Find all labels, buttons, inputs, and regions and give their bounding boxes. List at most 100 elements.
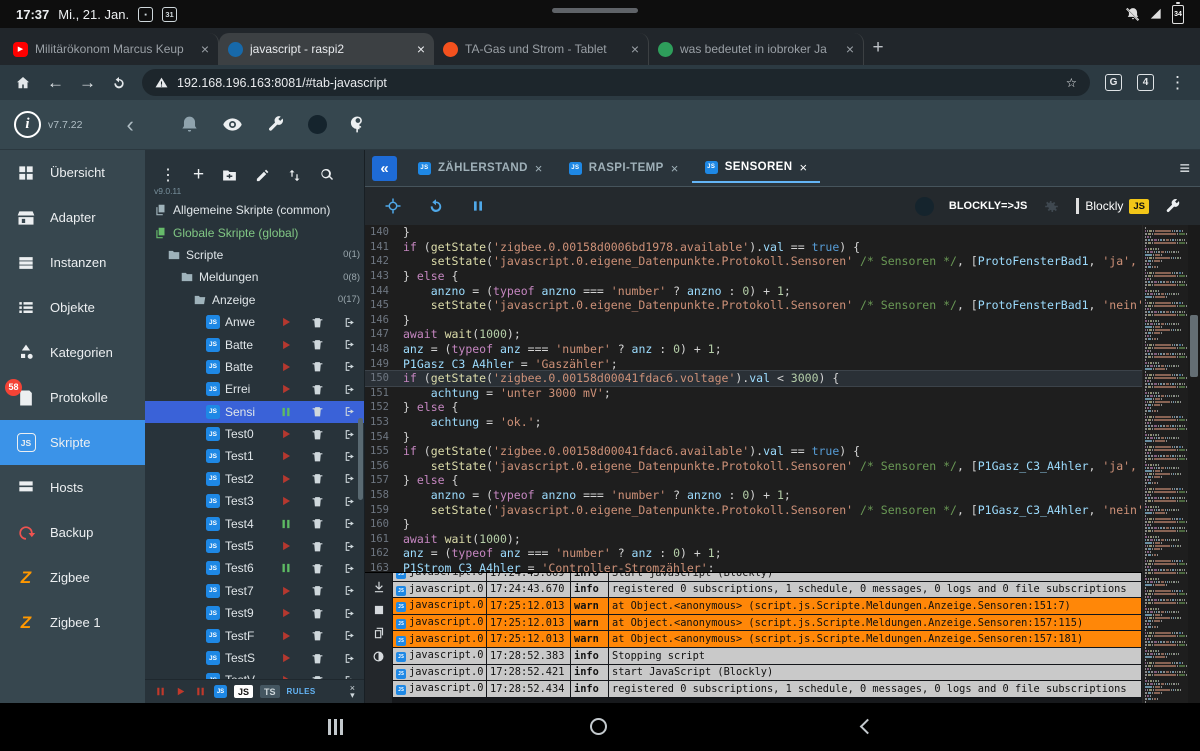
browser-tab-ta-gas-und-strom-tablet[interactable]: TA-Gas und Strom - Tablet × bbox=[434, 33, 649, 65]
code-line[interactable]: 157} else { bbox=[365, 473, 1142, 488]
script-item-tests[interactable]: JS TestS bbox=[145, 647, 364, 669]
editor-scrollbar[interactable] bbox=[1188, 225, 1200, 703]
add-folder-icon[interactable] bbox=[221, 167, 238, 184]
locate-crosshair-icon[interactable] bbox=[384, 197, 402, 215]
code-line[interactable]: 159 setState('javascript.0.eigene_Datenp… bbox=[365, 502, 1142, 517]
delete-script-icon[interactable] bbox=[304, 405, 331, 418]
close-tab-icon[interactable]: × bbox=[799, 160, 807, 175]
script-item-sensi[interactable]: JS Sensi bbox=[145, 401, 364, 423]
export-script-icon[interactable] bbox=[336, 517, 363, 530]
forward-icon[interactable]: → bbox=[79, 73, 96, 93]
export-script-icon[interactable] bbox=[336, 584, 363, 597]
code-line[interactable]: 156 setState('javascript.0.eigene_Datenp… bbox=[365, 459, 1142, 474]
pause-log-icon[interactable] bbox=[371, 649, 386, 664]
close-tab-icon[interactable]: × bbox=[671, 161, 679, 176]
delete-script-icon[interactable] bbox=[304, 517, 331, 530]
code-line[interactable]: 150if (getState('zigbee.0.00158d00041fda… bbox=[365, 371, 1142, 386]
wrench-icon[interactable] bbox=[1164, 198, 1181, 215]
script-item-errei[interactable]: JS Errei bbox=[145, 378, 364, 400]
script-item-testv[interactable]: JS TestV bbox=[145, 669, 364, 679]
delete-script-icon[interactable] bbox=[304, 629, 331, 642]
code-line[interactable]: 161await wait(1000); bbox=[365, 531, 1142, 546]
export-script-icon[interactable] bbox=[336, 652, 363, 665]
home-circle-icon[interactable] bbox=[590, 718, 607, 735]
play-script-icon[interactable] bbox=[272, 606, 299, 620]
code-line[interactable]: 154} bbox=[365, 429, 1142, 444]
export-script-icon[interactable] bbox=[336, 607, 363, 620]
script-item-test6[interactable]: JS Test6 bbox=[145, 557, 364, 579]
log-row[interactable]: JSjavascript.0 17:28:52.434 info registe… bbox=[393, 681, 1142, 698]
log-row[interactable]: JSjavascript.0 17:25:12.013 warn at Obje… bbox=[393, 614, 1142, 631]
sidebar-item-protokolle[interactable]: 58 Protokolle bbox=[0, 375, 145, 420]
play-script-icon[interactable] bbox=[272, 427, 299, 441]
tab-list-menu-icon[interactable]: ≡ bbox=[1179, 158, 1190, 179]
more-options-icon[interactable]: ⋮ bbox=[160, 165, 176, 185]
tab-count-button[interactable]: 4 bbox=[1137, 74, 1154, 91]
delete-script-icon[interactable] bbox=[304, 472, 331, 485]
new-tab-button[interactable]: + bbox=[864, 34, 892, 62]
browser-tab-was-bedeutet-in-iobroker-ja[interactable]: was bedeutet in iobroker Ja × bbox=[649, 33, 864, 65]
script-item-test1[interactable]: JS Test1 bbox=[145, 445, 364, 467]
code-line[interactable]: 148anz = (typeof anz === 'number' ? anz … bbox=[365, 342, 1142, 357]
script-item-batte[interactable]: JS Batte bbox=[145, 333, 364, 355]
delete-script-icon[interactable] bbox=[304, 338, 331, 351]
editor-tab-raspi-temp[interactable]: JS RASPI-TEMP × bbox=[556, 154, 692, 183]
delete-script-icon[interactable] bbox=[304, 360, 331, 373]
play-script-icon[interactable] bbox=[272, 584, 299, 598]
close-tab-icon[interactable]: × bbox=[535, 161, 543, 176]
play-script-icon[interactable] bbox=[272, 472, 299, 486]
sidebar-item-objekte[interactable]: Objekte bbox=[0, 285, 145, 330]
export-script-icon[interactable] bbox=[336, 338, 363, 351]
log-row[interactable]: JSjavascript.0 17:24:43.669 info Start j… bbox=[393, 573, 1142, 581]
bookmark-star-icon[interactable]: ☆ bbox=[1066, 75, 1077, 90]
code-line[interactable]: 142 setState('javascript.0.eigene_Datenp… bbox=[365, 254, 1142, 269]
script-item-batte[interactable]: JS Batte bbox=[145, 356, 364, 378]
export-script-icon[interactable] bbox=[336, 540, 363, 553]
code-line[interactable]: 143} else { bbox=[365, 269, 1142, 284]
tree-folder-globale-skripte-global[interactable]: Globale Skripte (global) bbox=[145, 221, 364, 243]
sidebar-item-hosts[interactable]: Hosts bbox=[0, 465, 145, 510]
delete-script-icon[interactable] bbox=[304, 540, 331, 553]
code-line[interactable]: 145 setState('javascript.0.eigene_Datenp… bbox=[365, 298, 1142, 313]
panel-collapse-controls[interactable]: ×▾ bbox=[350, 685, 355, 699]
browser-menu-icon[interactable]: ⋮ bbox=[1169, 73, 1186, 93]
close-tab-icon[interactable]: × bbox=[846, 41, 854, 57]
play-script-icon[interactable] bbox=[272, 449, 299, 463]
sidebar-item-zigbee[interactable]: Z Zigbee bbox=[0, 555, 145, 600]
code-line[interactable]: 144 anzno = (typeof anzno === 'number' ?… bbox=[365, 283, 1142, 298]
tree-folder-anzeige[interactable]: Anzeige 0(17) bbox=[145, 289, 364, 311]
url-text[interactable]: 192.168.196.163:8081/#tab-javascript bbox=[177, 76, 1057, 90]
code-line[interactable]: 152} else { bbox=[365, 400, 1142, 415]
address-bar[interactable]: 192.168.196.163:8081/#tab-javascript ☆ bbox=[142, 69, 1090, 96]
code-line[interactable]: 151 achtung = 'unter 3000 mV'; bbox=[365, 386, 1142, 401]
code-line[interactable]: 146} bbox=[365, 313, 1142, 328]
close-tab-icon[interactable]: × bbox=[201, 41, 209, 57]
play-script-icon[interactable] bbox=[272, 494, 299, 508]
pause-script-icon[interactable] bbox=[272, 517, 299, 531]
export-script-icon[interactable] bbox=[336, 316, 363, 329]
pause-script-icon[interactable] bbox=[194, 685, 207, 698]
reload-icon[interactable] bbox=[111, 75, 127, 91]
pause-script-icon[interactable] bbox=[272, 405, 299, 419]
collapse-tree-button[interactable]: « bbox=[372, 156, 397, 181]
log-row[interactable]: JSjavascript.0 17:25:12.013 warn at Obje… bbox=[393, 598, 1142, 615]
minimap[interactable] bbox=[1142, 225, 1188, 703]
back-icon[interactable]: ← bbox=[47, 73, 64, 93]
notifications-bell-icon[interactable] bbox=[180, 115, 199, 134]
browser-tab-javascript-raspi2[interactable]: javascript - raspi2 × bbox=[219, 33, 434, 65]
log-row[interactable]: JSjavascript.0 17:28:52.421 info start J… bbox=[393, 664, 1142, 681]
home-icon[interactable] bbox=[14, 74, 32, 92]
script-item-test9[interactable]: JS Test9 bbox=[145, 602, 364, 624]
recents-icon[interactable] bbox=[328, 719, 343, 735]
expert-mode-wrench-icon[interactable] bbox=[266, 115, 285, 134]
scrollbar-thumb[interactable] bbox=[1190, 315, 1198, 377]
delete-script-icon[interactable] bbox=[304, 428, 331, 441]
collapse-menu-icon[interactable]: ‹ bbox=[126, 114, 133, 136]
add-script-icon[interactable]: + bbox=[193, 164, 204, 186]
translate-icon[interactable]: G bbox=[1105, 74, 1122, 91]
delete-script-icon[interactable] bbox=[304, 383, 331, 396]
sidebar-item-zigbee-1[interactable]: Z Zigbee 1 bbox=[0, 600, 145, 645]
export-script-icon[interactable] bbox=[336, 383, 363, 396]
export-script-icon[interactable] bbox=[336, 562, 363, 575]
code-line[interactable]: 160} bbox=[365, 517, 1142, 532]
